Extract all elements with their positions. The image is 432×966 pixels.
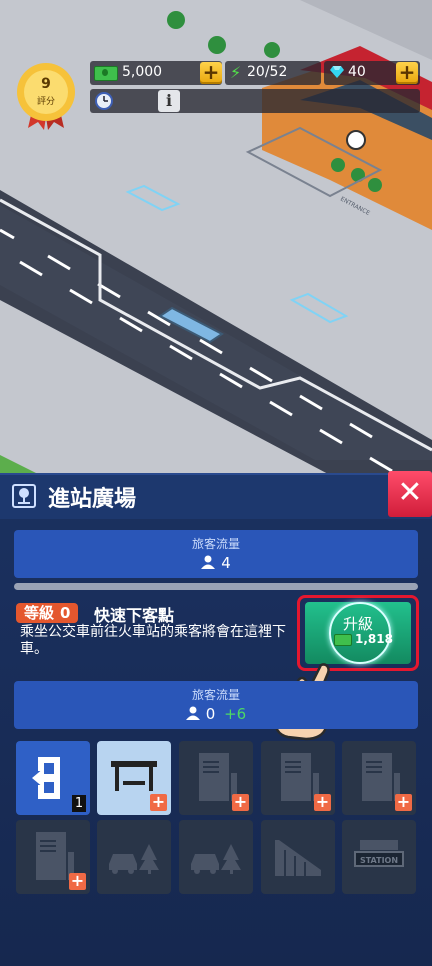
person-icon — [201, 555, 216, 569]
slot-ramp[interactable] — [261, 820, 335, 894]
rating-badge[interactable]: 9 評分 — [12, 58, 80, 130]
info-button[interactable]: i — [158, 90, 180, 112]
ramp-icon — [275, 840, 321, 876]
cash-value: 5,000 — [122, 64, 163, 80]
passenger-flow-value: 4 — [221, 554, 231, 572]
slot-ticket-machine-4[interactable]: + — [16, 820, 90, 894]
add-cash-button[interactable]: + — [200, 62, 222, 84]
slot-ticket-machine-3[interactable]: + — [342, 741, 416, 815]
energy-counter: ⚡ 20/52 — [225, 61, 321, 85]
car-tree-icon — [109, 844, 159, 874]
passenger-flow-label: 旅客流量 — [191, 537, 240, 551]
slot-ticket-machine-1[interactable]: + — [179, 741, 253, 815]
slot-drop-off-point[interactable]: + — [97, 741, 171, 815]
add-icon: + — [69, 871, 86, 890]
gem-value: 40 — [348, 64, 366, 80]
building-panel: 進站廣場 ✕ 旅客流量 4 等級 0 快速下客點 乘坐公交車前往火車站的乘客將會在… — [0, 471, 432, 966]
rating-label: 評分 — [36, 97, 55, 107]
add-icon: + — [395, 792, 412, 811]
slot-entry[interactable]: 1 — [16, 741, 90, 815]
energy-value: 20/52 — [247, 64, 288, 80]
passenger-flow-current: 旅客流量 4 — [14, 530, 418, 578]
passenger-flow-label: 旅客流量 — [191, 688, 240, 702]
slot-parking-1[interactable] — [97, 820, 171, 894]
slot-parking-2[interactable] — [179, 820, 253, 894]
panel-header: 進站廣場 ✕ — [0, 471, 432, 519]
add-gems-button[interactable]: + — [396, 62, 418, 84]
slot-station-sign[interactable]: STATION — [342, 820, 416, 894]
clock-icon[interactable] — [94, 91, 114, 111]
close-button[interactable]: ✕ — [388, 471, 432, 517]
cash-icon — [94, 66, 118, 81]
station-sign-label: STATION — [354, 851, 404, 867]
diamond-icon — [330, 66, 344, 78]
slot-count-badge: 1 — [72, 795, 86, 812]
level-value: 0 — [60, 604, 71, 622]
add-icon: + — [314, 792, 331, 811]
person-icon — [185, 706, 200, 720]
lightning-icon: ⚡ — [230, 63, 242, 82]
passenger-flow-value: 0 — [205, 705, 216, 723]
level-label: 等級 — [24, 604, 55, 622]
car-tree-icon — [191, 844, 241, 874]
status-bar — [90, 89, 420, 113]
divider — [14, 583, 418, 590]
add-icon: + — [150, 792, 167, 811]
skill-description: 乘坐公交車前往火車站的乘客將會在這裡下車。 — [20, 624, 286, 657]
panel-title: 進站廣場 — [48, 487, 137, 512]
upgrade-label: 升級 — [342, 615, 373, 633]
upgrade-cost: 1,818 — [355, 632, 393, 646]
skill-name: 快速下客點 — [94, 606, 175, 625]
rating-value: 9 — [41, 76, 51, 92]
add-icon: + — [232, 792, 249, 811]
passenger-flow-upgraded: 旅客流量 0 +6 — [14, 681, 418, 729]
tree-icon — [12, 484, 36, 508]
level-badge: 等級 0 — [16, 603, 79, 623]
slot-ticket-machine-2[interactable]: + — [261, 741, 335, 815]
passenger-flow-bonus: +6 — [224, 705, 247, 723]
cash-icon — [334, 634, 352, 646]
